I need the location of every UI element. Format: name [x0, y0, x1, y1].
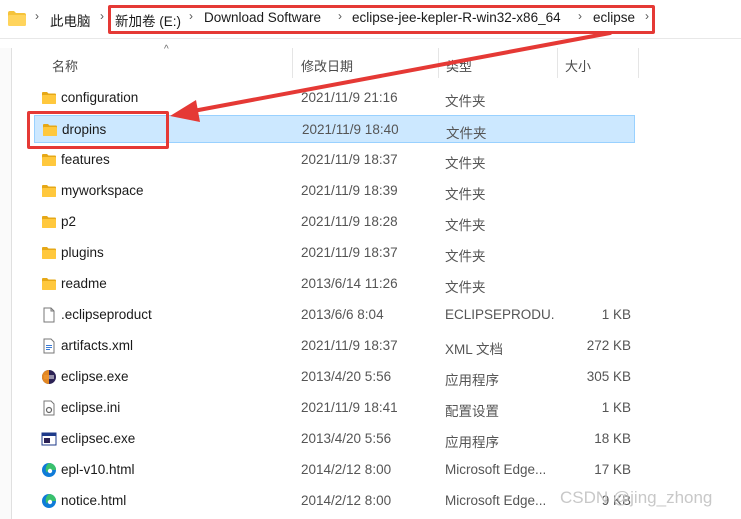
console-app-icon — [41, 431, 57, 447]
file-date: 2021/11/9 18:37 — [301, 338, 398, 353]
file-type: 应用程序 — [445, 435, 499, 450]
file-size: 18 KB — [594, 431, 631, 446]
file-type: ECLIPSEPRODU... — [445, 307, 555, 322]
file-row-artifacts-xml[interactable]: artifacts.xml 2021/11/9 18:37 XML 文档 272 KB — [34, 332, 635, 360]
eclipse-app-icon — [41, 369, 57, 385]
file-type: Microsoft Edge... — [445, 493, 547, 508]
file-row-notice-html[interactable]: notice.html 2014/2/12 8:00 Microsoft Edge.… — [34, 487, 635, 515]
folder-icon — [41, 245, 57, 261]
folder-icon — [8, 11, 26, 26]
column-divider[interactable] — [292, 48, 293, 78]
file-date: 2021/11/9 18:40 — [302, 122, 399, 137]
file-size: 272 KB — [586, 338, 631, 353]
column-divider[interactable] — [438, 48, 439, 78]
column-header-type[interactable]: 类型 — [446, 56, 472, 75]
file-name: eclipse.ini — [61, 400, 121, 415]
file-type: 文件夹 — [445, 94, 486, 109]
file-name: .eclipseproduct — [61, 307, 152, 322]
file-row-myworkspace[interactable]: myworkspace 2021/11/9 18:39 文件夹 — [34, 177, 635, 205]
chevron-right-icon: › — [100, 9, 104, 23]
file-name: artifacts.xml — [61, 338, 134, 353]
file-type: 文件夹 — [446, 126, 487, 141]
edge-icon — [41, 493, 57, 509]
file-date: 2014/2/12 8:00 — [301, 493, 392, 508]
folder-icon — [41, 90, 57, 106]
file-type: 文件夹 — [445, 280, 486, 295]
chevron-right-icon: › — [35, 9, 39, 23]
file-name: myworkspace — [61, 183, 144, 198]
file-row-readme[interactable]: readme 2013/6/14 11:26 文件夹 — [34, 270, 635, 298]
file-date: 2021/11/9 18:37 — [301, 152, 398, 167]
file-date: 2013/6/14 11:26 — [301, 276, 398, 291]
file-type: 文件夹 — [445, 218, 486, 233]
sort-ascending-icon: ^ — [164, 44, 169, 55]
file-name: configuration — [61, 90, 139, 105]
file-type: 应用程序 — [445, 373, 499, 388]
file-date: 2021/11/9 18:37 — [301, 245, 398, 260]
navigation-pane-edge[interactable] — [0, 48, 12, 519]
file-size: 305 KB — [586, 369, 631, 384]
file-size: 1 KB — [601, 307, 631, 322]
file-row-features[interactable]: features 2021/11/9 18:37 文件夹 — [34, 146, 635, 174]
folder-icon — [41, 276, 57, 292]
folder-icon — [41, 183, 57, 199]
file-name: epl-v10.html — [61, 462, 135, 477]
highlight-box-path — [108, 5, 655, 34]
folder-icon — [41, 152, 57, 168]
breadcrumb-this-pc[interactable]: 此电脑 — [50, 10, 91, 30]
file-row-eclipse-ini[interactable]: eclipse.ini 2021/11/9 18:41 配置设置 1 KB — [34, 394, 635, 422]
file-name: features — [61, 152, 110, 167]
file-date: 2013/6/6 8:04 — [301, 307, 384, 322]
file-name: eclipsec.exe — [61, 431, 136, 446]
column-divider[interactable] — [557, 48, 558, 78]
file-row-configuration[interactable]: configuration 2021/11/9 21:16 文件夹 — [34, 84, 635, 112]
file-date: 2021/11/9 18:41 — [301, 400, 398, 415]
file-type: Microsoft Edge... — [445, 462, 547, 477]
file-row-eclipse-exe[interactable]: eclipse.exe 2013/4/20 5:56 应用程序 305 KB — [34, 363, 635, 391]
file-date: 2014/2/12 8:00 — [301, 462, 392, 477]
file-size: 17 KB — [594, 462, 631, 477]
file-type: 文件夹 — [445, 187, 486, 202]
column-header-size[interactable]: 大小 — [565, 56, 591, 75]
file-name: notice.html — [61, 493, 127, 508]
column-header-name[interactable]: 名称 — [52, 56, 78, 75]
column-divider[interactable] — [638, 48, 639, 78]
file-type: XML 文档 — [445, 342, 504, 357]
ini-file-icon — [41, 400, 57, 416]
file-date: 2021/11/9 18:28 — [301, 214, 398, 229]
file-name: plugins — [61, 245, 104, 260]
file-name: readme — [61, 276, 107, 291]
file-date: 2021/11/9 21:16 — [301, 90, 398, 105]
file-type: 文件夹 — [445, 249, 486, 264]
file-type: 配置设置 — [445, 404, 499, 419]
edge-icon — [41, 462, 57, 478]
file-row-p2[interactable]: p2 2021/11/9 18:28 文件夹 — [34, 208, 635, 236]
file-row-eclipsec-exe[interactable]: eclipsec.exe 2013/4/20 5:56 应用程序 18 KB — [34, 425, 635, 453]
file-date: 2021/11/9 18:39 — [301, 183, 398, 198]
column-header-row — [0, 48, 741, 78]
file-date: 2013/4/20 5:56 — [301, 431, 392, 446]
xml-file-icon — [41, 338, 57, 354]
file-row-plugins[interactable]: plugins 2021/11/9 18:37 文件夹 — [34, 239, 635, 267]
file-date: 2013/4/20 5:56 — [301, 369, 392, 384]
highlight-box-dropins — [27, 111, 169, 149]
folder-icon — [41, 214, 57, 230]
blank-file-icon — [41, 307, 57, 323]
file-name: p2 — [61, 214, 77, 229]
file-row-epl-v10-html[interactable]: epl-v10.html 2014/2/12 8:00 Microsoft Edge… — [34, 456, 635, 484]
file-row-eclipseproduct[interactable]: .eclipseproduct 2013/6/6 8:04 ECLIPSEPRODU… — [34, 301, 635, 329]
watermark: CSDN @jing_zhong — [560, 488, 713, 507]
file-size: 1 KB — [601, 400, 631, 415]
file-name: eclipse.exe — [61, 369, 129, 384]
column-header-date[interactable]: 修改日期 — [301, 56, 353, 75]
file-type: 文件夹 — [445, 156, 486, 171]
